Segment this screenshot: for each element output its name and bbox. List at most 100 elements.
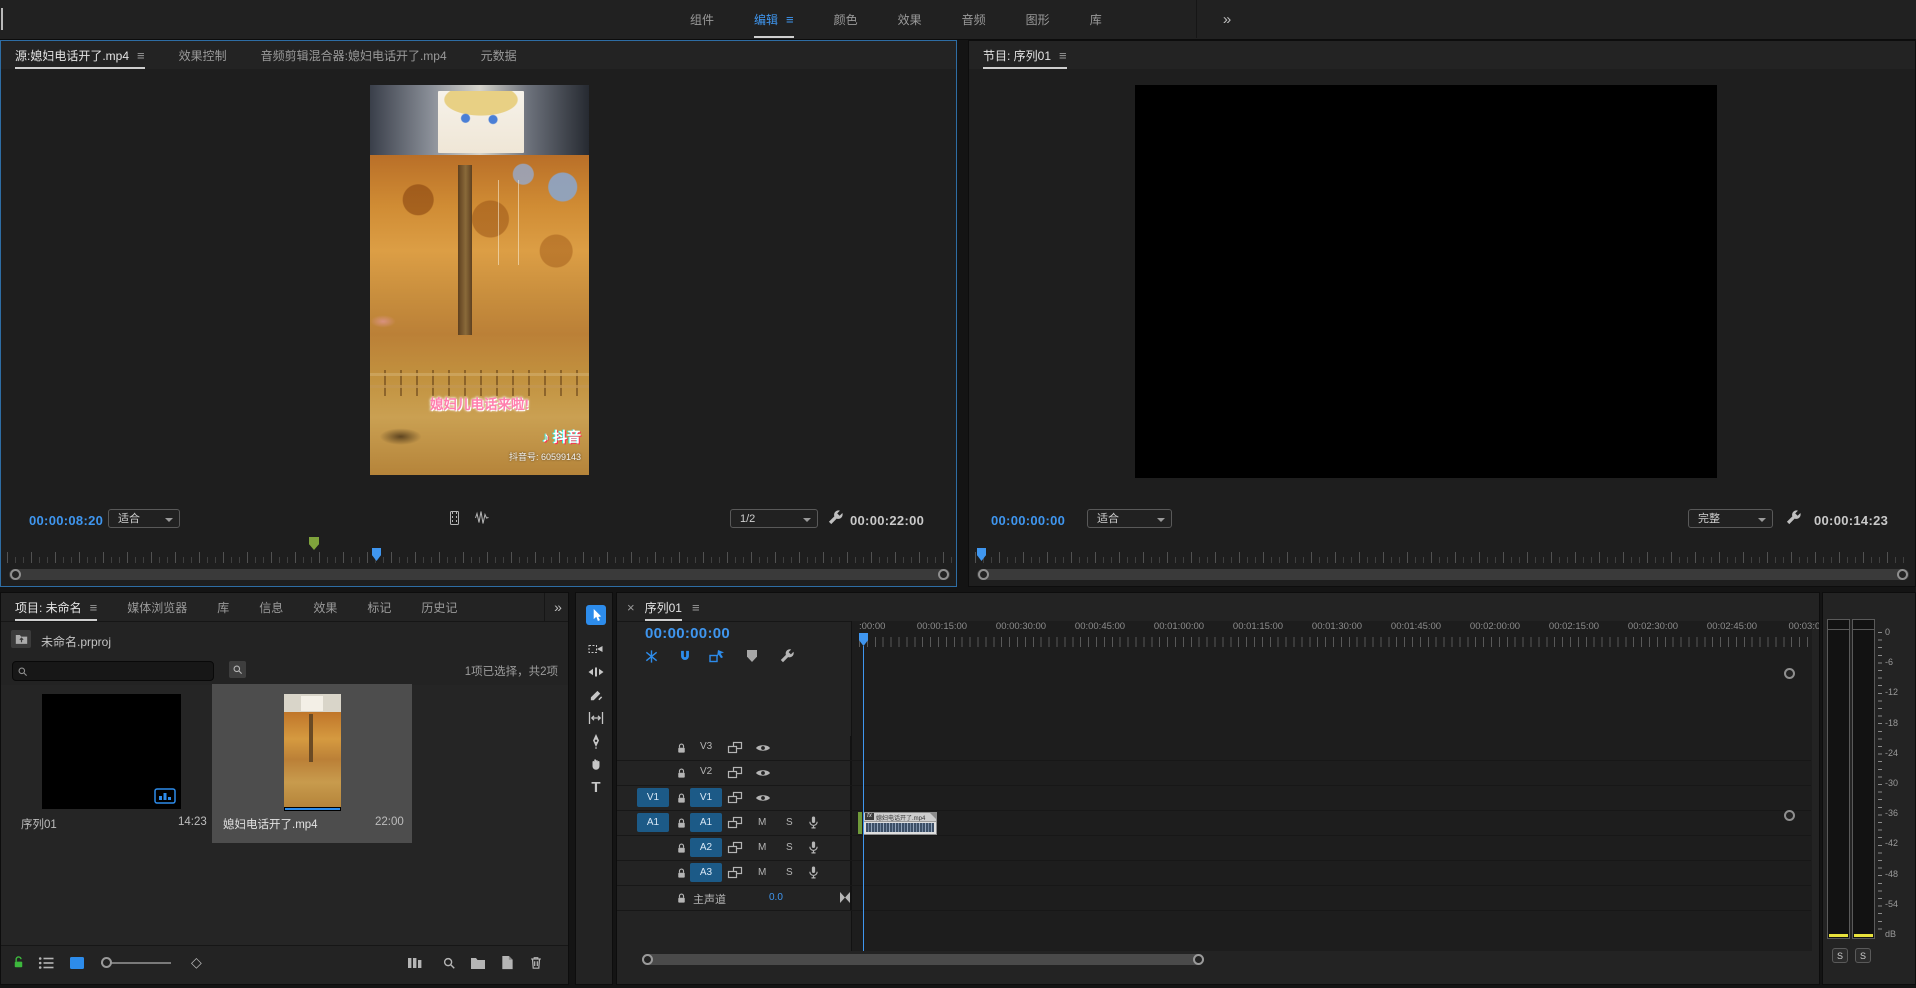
- mute-button[interactable]: M: [758, 817, 766, 828]
- sync-lock-icon[interactable]: [727, 741, 743, 755]
- panel-menu-icon[interactable]: ≡: [137, 48, 145, 63]
- sync-lock-icon[interactable]: [727, 766, 743, 780]
- program-fit-dropdown[interactable]: 适合: [1087, 509, 1172, 528]
- source-tab-1[interactable]: 效果控制: [179, 41, 227, 69]
- workspace-tab-3[interactable]: 效果: [898, 0, 922, 38]
- linked-selection-icon[interactable]: [709, 649, 726, 664]
- project-up-folder-button[interactable]: [11, 630, 31, 648]
- drag-audio-only-icon[interactable]: [474, 510, 490, 526]
- delete-trash-button[interactable]: [529, 955, 543, 970]
- project-tab-3[interactable]: 信息: [259, 593, 283, 621]
- mute-button[interactable]: M: [758, 842, 766, 853]
- project-file-name[interactable]: 未命名.prproj: [41, 633, 111, 650]
- workspace-tab-1[interactable]: 编辑≡: [754, 0, 794, 38]
- item-name[interactable]: 媳妇电话开了.mp4: [223, 816, 318, 832]
- master-level-value[interactable]: 0.0: [769, 892, 783, 903]
- timeline-settings-wrench-icon[interactable]: [779, 648, 795, 664]
- workspace-tab-5[interactable]: 图形: [1026, 0, 1050, 38]
- solo-left-button[interactable]: S: [1832, 948, 1848, 963]
- workspace-tab-4[interactable]: 音频: [962, 0, 986, 38]
- track-target-a3[interactable]: A3: [690, 863, 722, 882]
- list-item-sequence[interactable]: 序列01 14:23: [12, 685, 212, 843]
- ripple-edit-tool[interactable]: [586, 662, 606, 682]
- shuttle-sort-icon[interactable]: ◇: [191, 954, 202, 971]
- panel-menu-icon[interactable]: ≡: [1059, 48, 1067, 63]
- source-tab-2[interactable]: 音频剪辑混合器:媳妇电话开了.mp4: [261, 41, 447, 69]
- hand-tool[interactable]: [586, 754, 606, 774]
- mute-button[interactable]: M: [758, 867, 766, 878]
- audio-clip-a1[interactable]: fx 媳妇电话开了.mp4: [863, 812, 937, 835]
- search-input[interactable]: [32, 664, 213, 678]
- sync-lock-icon[interactable]: [727, 791, 743, 805]
- tab-sequence-01[interactable]: 序列01: [645, 593, 682, 621]
- toggle-track-output-eye-icon[interactable]: [755, 742, 771, 754]
- close-icon[interactable]: ×: [627, 600, 635, 615]
- source-time-ruler[interactable]: [7, 551, 952, 563]
- track-target-v1[interactable]: V1: [690, 788, 722, 807]
- source-patch-v1[interactable]: V1: [637, 788, 669, 807]
- workspace-overflow[interactable]: »: [1196, 0, 1257, 38]
- source-zoom-handle-right[interactable]: [938, 569, 949, 580]
- list-view-button[interactable]: [38, 956, 54, 970]
- source-resolution-dropdown[interactable]: 1/2: [730, 509, 818, 528]
- project-tab-4[interactable]: 效果: [313, 593, 337, 621]
- project-tab-overflow[interactable]: »: [544, 593, 569, 621]
- sync-lock-icon[interactable]: [727, 816, 743, 830]
- program-quality-dropdown[interactable]: 完整: [1688, 509, 1773, 528]
- project-tab-5[interactable]: 标记: [367, 593, 391, 621]
- timeline-hscroll-handle-right[interactable]: [1193, 954, 1204, 965]
- new-bin-button[interactable]: [470, 956, 486, 970]
- program-zoom-scrollbar[interactable]: [977, 569, 1909, 580]
- toggle-track-output-eye-icon[interactable]: [755, 792, 771, 804]
- lock-icon[interactable]: [675, 892, 688, 905]
- snap-magnet-icon[interactable]: [678, 649, 692, 664]
- lock-icon[interactable]: [675, 742, 688, 755]
- list-item-video-selected[interactable]: 媳妇电话开了.mp4 22:00: [212, 684, 412, 843]
- thumbnail-progress-bar[interactable]: [284, 807, 341, 811]
- lock-icon[interactable]: [675, 842, 688, 855]
- program-current-timecode[interactable]: 00:00:00:00: [991, 513, 1065, 528]
- solo-right-button[interactable]: S: [1855, 948, 1871, 963]
- search-bin-button[interactable]: [229, 661, 246, 678]
- project-tab-6[interactable]: 历史记: [421, 593, 457, 621]
- toggle-track-output-eye-icon[interactable]: [755, 767, 771, 779]
- voiceover-mic-icon[interactable]: [807, 840, 820, 856]
- voiceover-mic-icon[interactable]: [807, 815, 820, 831]
- type-tool[interactable]: T: [586, 777, 606, 797]
- project-search-box[interactable]: [12, 661, 214, 681]
- panel-menu-icon[interactable]: ≡: [90, 600, 98, 615]
- track-name[interactable]: V2: [700, 766, 712, 777]
- find-button[interactable]: [442, 956, 456, 970]
- timeline-add-marker-icon[interactable]: [747, 650, 757, 662]
- workspace-menu-icon[interactable]: ≡: [786, 12, 794, 27]
- timeline-vscroll-handle-top[interactable]: [1784, 668, 1795, 679]
- solo-button[interactable]: S: [786, 867, 793, 878]
- project-tab-1[interactable]: 媒体浏览器: [127, 593, 187, 621]
- source-tab-0[interactable]: 源:媳妇电话开了.mp4≡: [15, 41, 145, 69]
- selection-tool-active[interactable]: [586, 605, 606, 625]
- project-tab-2[interactable]: 库: [217, 593, 229, 621]
- source-tab-3[interactable]: 元数据: [481, 41, 517, 69]
- solo-button[interactable]: S: [786, 842, 793, 853]
- tab-program[interactable]: 节目: 序列01 ≡: [983, 41, 1067, 69]
- timeline-hscroll-handle-left[interactable]: [642, 954, 653, 965]
- source-settings-wrench-icon[interactable]: [827, 509, 844, 526]
- pen-tool[interactable]: [586, 731, 606, 751]
- insert-nested-sequence-icon[interactable]: [644, 649, 659, 664]
- workspace-tab-6[interactable]: 库: [1090, 0, 1102, 38]
- timeline-horizontal-scrollbar[interactable]: [642, 954, 1204, 965]
- thumbnail-zoom-slider-handle[interactable]: [101, 957, 112, 968]
- project-tab-0[interactable]: 项目: 未命名≡: [15, 593, 97, 621]
- new-item-button[interactable]: [500, 955, 514, 970]
- timeline-vscroll-handle-bottom[interactable]: [1784, 810, 1795, 821]
- icon-view-button-active[interactable]: [69, 956, 85, 970]
- program-settings-wrench-icon[interactable]: [1785, 509, 1802, 526]
- timeline-ruler[interactable]: :00:0000:00:15:0000:00:30:0000:00:45:000…: [617, 621, 1811, 649]
- workspace-tab-0[interactable]: 组件: [690, 0, 714, 38]
- project-writable-unlock-icon[interactable]: [11, 955, 26, 970]
- source-current-timecode[interactable]: 00:00:08:20: [29, 513, 103, 528]
- track-select-forward-tool[interactable]: [586, 639, 606, 659]
- program-zoom-handle-right[interactable]: [1897, 569, 1908, 580]
- program-time-ruler[interactable]: [975, 551, 1911, 563]
- sync-lock-icon[interactable]: [727, 841, 743, 855]
